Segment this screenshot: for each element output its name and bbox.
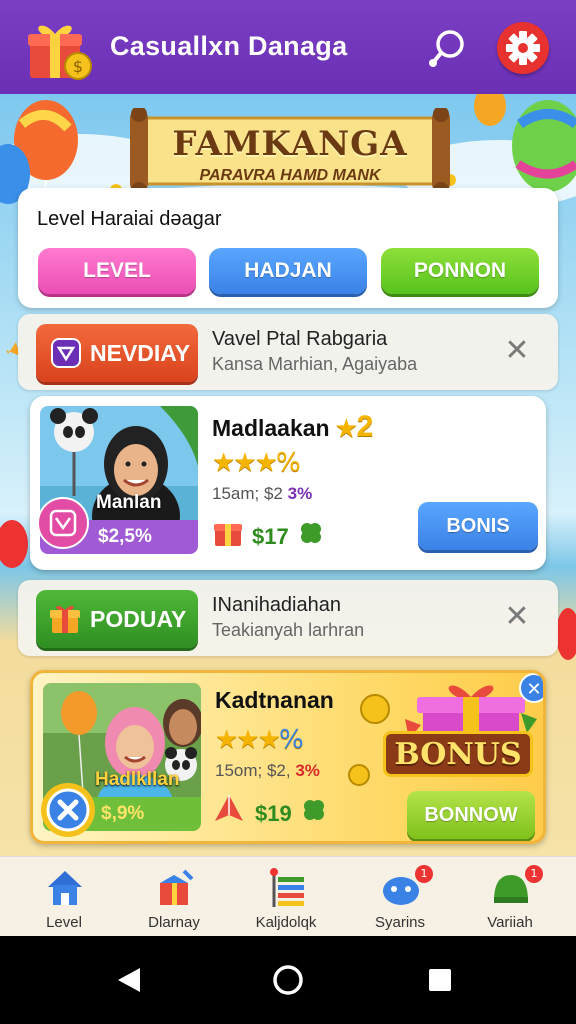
offer-meta: 15am; $2 3% <box>212 484 313 503</box>
shield-badge-icon <box>51 338 81 368</box>
notification-badge: 1 <box>525 865 543 883</box>
notification-title: INanihadiahan <box>212 594 341 616</box>
star-icon: ★ <box>336 415 357 441</box>
nav-label: Dlarnay <box>148 914 200 931</box>
rating-stars: ★★★% <box>212 448 301 478</box>
svg-text:$: $ <box>73 57 83 76</box>
gift-logo-icon: $ <box>28 25 92 80</box>
title-banner: FAMKANGA PARAVRA HAMD MANK <box>128 108 452 198</box>
notification-badge[interactable]: NEVDIAY <box>36 324 198 382</box>
search-icon[interactable] <box>426 26 472 72</box>
offer-price: $17 <box>252 524 289 549</box>
nav-label: Kaljdolqk <box>255 914 317 931</box>
notification-badge: 1 <box>415 865 433 883</box>
offer-title: Madlaakan ★2 <box>212 410 374 443</box>
flag-list-icon <box>270 868 304 907</box>
app-title: Casuallxn Danaga <box>110 31 348 61</box>
nav-label: Level <box>46 914 82 931</box>
discount-badge-icon <box>37 497 89 549</box>
settings-button[interactable] <box>497 22 549 74</box>
notification-badge-label: PODUAY <box>90 605 187 632</box>
nav-item-syarins[interactable]: 1 Syarins <box>345 857 455 937</box>
rating-stars: ★★★% <box>215 725 304 755</box>
nav-label: Variiah <box>487 914 533 931</box>
recents-icon[interactable] <box>428 968 452 992</box>
home-button-icon[interactable] <box>272 964 304 996</box>
gift-box-icon <box>160 869 194 905</box>
close-icon[interactable]: ✕ <box>502 336 532 366</box>
clover-icon <box>304 800 324 820</box>
notification-subtitle: Kansa Marhian, Agaiyaba <box>212 354 418 374</box>
tab-ponnon[interactable]: PONNON <box>381 248 539 294</box>
nav-item-kaljdolqk[interactable]: Kaljdolqk <box>231 857 341 937</box>
close-icon[interactable]: ✕ <box>502 602 532 632</box>
gift-icon <box>50 605 80 633</box>
offer-meta: 15om; $2, 3% <box>215 761 320 780</box>
level-heading: Level Haraiai dəagar <box>37 208 222 230</box>
system-nav-bar <box>0 936 576 1024</box>
bonnow-button[interactable]: BONNOW <box>407 791 535 839</box>
level-card: Level Haraiai dəagar LEVEL HADJAN PONNON <box>18 188 558 308</box>
offer-photo-name: Manlan <box>96 492 162 513</box>
clover-icon <box>301 523 321 543</box>
gift-icon <box>214 524 242 546</box>
nav-item-dlarnay[interactable]: Dlarnay <box>119 857 229 937</box>
notification-badge-label: NEVDIAY <box>90 339 191 366</box>
close-icon[interactable]: ✕ <box>519 673 543 703</box>
banner-subtitle: PARAVRA HAMD MANK <box>199 167 381 184</box>
notification-subtitle: Teakianyah larhran <box>212 620 365 640</box>
notification-badge[interactable]: PODUAY <box>36 590 198 648</box>
bonus-button[interactable]: BONIS <box>418 502 538 550</box>
bonus-label: BONUS <box>383 731 533 777</box>
back-icon[interactable] <box>116 966 142 994</box>
gear-icon <box>506 31 540 65</box>
notification-title: Vavel Ptal Rabgaria <box>212 328 388 350</box>
offer-title: Kadtnanan <box>215 687 334 713</box>
nav-item-level[interactable]: Level <box>9 857 119 937</box>
home-icon <box>48 871 82 905</box>
nav-item-variiah[interactable]: 1 Variiah <box>455 857 565 937</box>
bottom-nav: Level Dlarnay Kaljdolqk 1 Syarins 1 Vari… <box>0 856 576 936</box>
tab-level[interactable]: LEVEL <box>38 248 196 294</box>
notification-item[interactable]: NEVDIAY Vavel Ptal Rabgaria Kansa Marhia… <box>18 314 558 390</box>
tab-hadjan[interactable]: HADJAN <box>209 248 367 294</box>
banner-title: FAMKANGA <box>172 124 408 164</box>
offer-card[interactable]: Manlan $2,5% Madlaakan ★2 ★★★% 15am; $2 … <box>30 396 546 570</box>
notification-item[interactable]: PODUAY INanihadiahan Teakianyah larhran … <box>18 580 558 656</box>
offer-card-bonus[interactable]: Hadlkllan $,9% Kadtnanan ★★★% 15om; $2, … <box>30 670 546 844</box>
main-content[interactable]: FAMKANGA PARAVRA HAMD MANK Level Haraiai… <box>0 94 576 856</box>
close-badge-icon[interactable] <box>39 781 97 839</box>
kite-icon <box>215 795 243 821</box>
app-bar: $ Casuallxn Danaga <box>0 0 576 94</box>
nav-label: Syarins <box>374 914 426 931</box>
offer-price: $19 <box>255 801 292 826</box>
offer-photo-name: Hadlkllan <box>95 769 180 790</box>
